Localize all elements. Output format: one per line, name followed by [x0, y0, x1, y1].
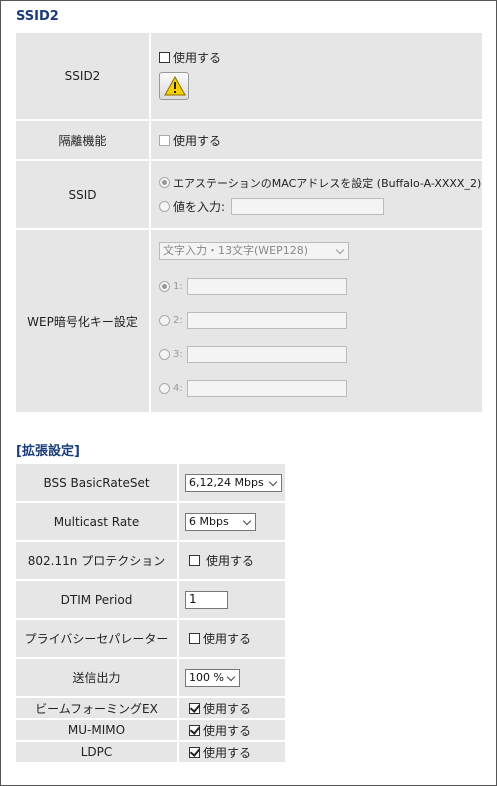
- ssid-input-label: 値を入力:: [173, 199, 226, 214]
- isolation-row: 隔離機能 使用する: [16, 121, 482, 159]
- mumimo-label: MU-MIMO: [16, 720, 179, 740]
- advanced-table: BSS BasicRateSet 6,12,24 Mbps Multicast …: [16, 462, 285, 764]
- protection-row: 802.11n プロテクション 使用する: [16, 542, 285, 579]
- warning-button[interactable]: [159, 72, 189, 100]
- wep-label: WEP暗号化キー設定: [16, 230, 151, 412]
- protection-enable-label: 使用する: [206, 554, 255, 568]
- beam-enable-label: 使用する: [203, 701, 252, 716]
- wep-key2-radio[interactable]: [159, 314, 170, 326]
- ssid-input-field[interactable]: [230, 197, 384, 215]
- wep-key3-label: 3:: [173, 348, 183, 360]
- warning-icon: [164, 76, 186, 96]
- beam-row: ビームフォーミングEX 使用する: [16, 698, 285, 718]
- privacy-enable-label: 使用する: [203, 632, 252, 646]
- ssid2-table: SSID2 使用する 隔離機能 使用する SSID エアステーションのMACアド…: [16, 31, 482, 414]
- protection-value-cell: 使用する: [179, 542, 285, 579]
- bss-value: 6,12,24 Mbps: [189, 475, 264, 489]
- protection-enable-checkbox[interactable]: [189, 555, 200, 566]
- wep-mode-value: 文字入力・13文字(WEP128): [163, 243, 309, 257]
- wep-key1-radio[interactable]: [159, 280, 170, 292]
- bss-value-cell: 6,12,24 Mbps: [179, 464, 285, 501]
- ldpc-enable-label: 使用する: [203, 745, 252, 760]
- privacy-enable-checkbox[interactable]: [189, 633, 200, 644]
- wep-key3-radio[interactable]: [159, 348, 170, 360]
- bss-row: BSS BasicRateSet 6,12,24 Mbps: [16, 464, 285, 501]
- ldpc-label: LDPC: [16, 742, 179, 762]
- isolation-enable-label: 使用する: [173, 133, 222, 148]
- ssid-input-radio[interactable]: [159, 200, 170, 212]
- ssid2-section-title: SSID2: [16, 9, 59, 24]
- chevron-down-icon: [226, 672, 236, 681]
- bss-select[interactable]: 6,12,24 Mbps: [185, 473, 282, 492]
- dtim-value-cell: 1: [179, 581, 285, 618]
- wep-key3-field[interactable]: [186, 345, 347, 363]
- chevron-down-icon: [268, 477, 278, 486]
- mumimo-enable-checkbox[interactable]: [189, 724, 200, 736]
- power-label: 送信出力: [16, 659, 179, 696]
- multicast-value: 6 Mbps: [189, 514, 229, 528]
- ssid-mac-label: エアステーションのMACアドレスを設定 (Buffalo-A-XXXX_2): [173, 176, 482, 190]
- advanced-section-title: [拡張設定]: [16, 444, 80, 459]
- ssid-row: SSID エアステーションのMACアドレスを設定 (Buffalo-A-XXXX…: [16, 161, 482, 228]
- dtim-label: DTIM Period: [16, 581, 179, 618]
- wep-key4-radio[interactable]: [159, 382, 170, 394]
- chevron-down-icon: [242, 516, 252, 525]
- wep-key4-field[interactable]: [186, 379, 347, 397]
- privacy-row: プライバシーセパレーター 使用する: [16, 620, 285, 657]
- privacy-label: プライバシーセパレーター: [16, 620, 179, 657]
- ssid2-enable-checkbox[interactable]: [159, 52, 170, 63]
- multicast-value-cell: 6 Mbps: [179, 503, 285, 540]
- isolation-label: 隔離機能: [16, 121, 151, 159]
- ssid-mac-radio[interactable]: [159, 177, 170, 188]
- mumimo-enable-label: 使用する: [203, 723, 252, 738]
- isolation-enable-checkbox[interactable]: [159, 134, 170, 146]
- bss-label: BSS BasicRateSet: [16, 464, 179, 501]
- wep-key2-label: 2:: [173, 314, 183, 326]
- wep-key4-label: 4:: [173, 382, 183, 394]
- ssid2-value-cell: 使用する: [151, 33, 482, 119]
- wep-key1-label: 1:: [173, 280, 183, 292]
- beam-label: ビームフォーミングEX: [16, 698, 179, 718]
- isolation-value-cell: 使用する: [151, 121, 482, 159]
- power-select[interactable]: 100 %: [185, 668, 240, 687]
- wep-mode-select[interactable]: 文字入力・13文字(WEP128): [159, 241, 349, 260]
- power-row: 送信出力 100 %: [16, 659, 285, 696]
- power-value: 100 %: [189, 670, 224, 684]
- ldpc-value-cell: 使用する: [179, 742, 285, 762]
- ldpc-row: LDPC 使用する: [16, 742, 285, 762]
- multicast-select[interactable]: 6 Mbps: [185, 512, 256, 531]
- power-value-cell: 100 %: [179, 659, 285, 696]
- mumimo-row: MU-MIMO 使用する: [16, 720, 285, 740]
- ldpc-enable-checkbox[interactable]: [189, 746, 200, 758]
- chevron-down-icon: [335, 245, 345, 254]
- beam-enable-checkbox[interactable]: [189, 702, 200, 714]
- wep-row: WEP暗号化キー設定 文字入力・13文字(WEP128) 1: 2: 3: 4:: [16, 230, 482, 412]
- ssid2-label: SSID2: [16, 33, 151, 119]
- ssid2-enable-label: 使用する: [173, 51, 222, 65]
- dtim-input[interactable]: 1: [185, 590, 228, 609]
- beam-value-cell: 使用する: [179, 698, 285, 718]
- privacy-value-cell: 使用する: [179, 620, 285, 657]
- protection-label: 802.11n プロテクション: [16, 542, 179, 579]
- wep-key2-field[interactable]: [186, 311, 347, 329]
- multicast-label: Multicast Rate: [16, 503, 179, 540]
- ssid-value-cell: エアステーションのMACアドレスを設定 (Buffalo-A-XXXX_2) 値…: [151, 161, 482, 228]
- dtim-row: DTIM Period 1: [16, 581, 285, 618]
- wep-key1-field[interactable]: [186, 277, 347, 295]
- wep-value-cell: 文字入力・13文字(WEP128) 1: 2: 3: 4:: [151, 230, 482, 412]
- mumimo-value-cell: 使用する: [179, 720, 285, 740]
- multicast-row: Multicast Rate 6 Mbps: [16, 503, 285, 540]
- ssid-label: SSID: [16, 161, 151, 228]
- ssid2-row: SSID2 使用する: [16, 33, 482, 119]
